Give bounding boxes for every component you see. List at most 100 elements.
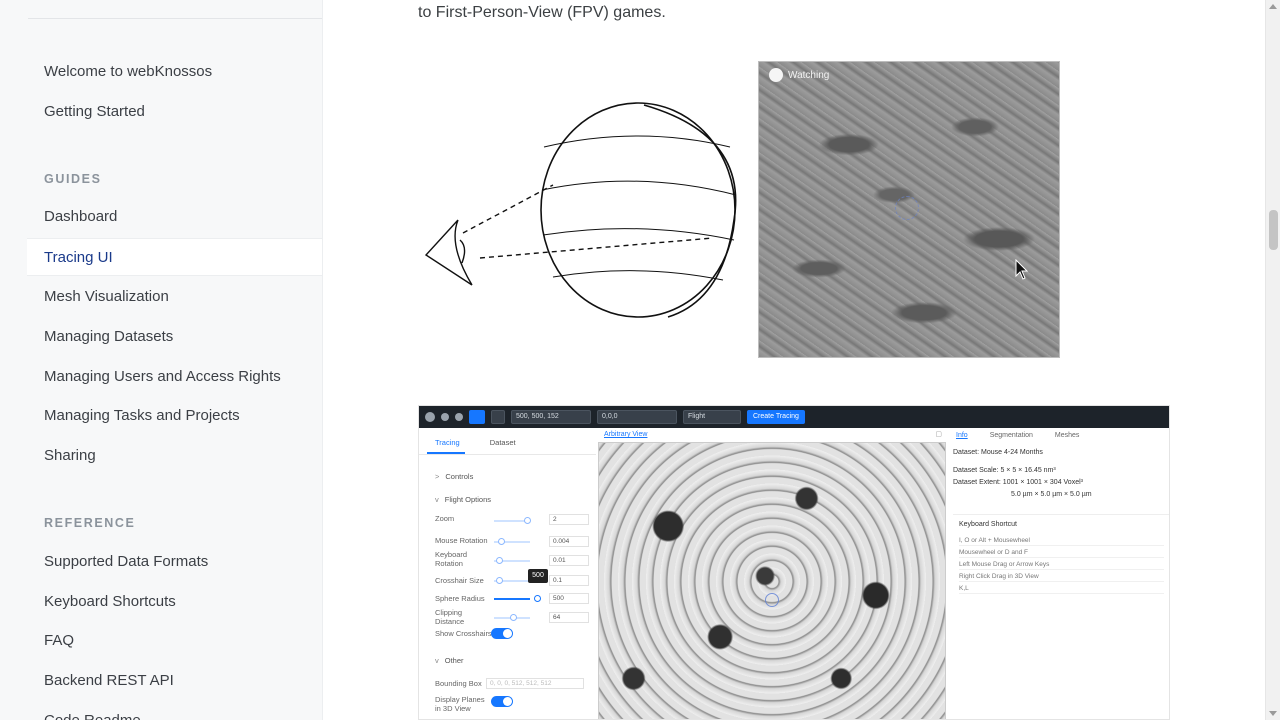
slider-knob[interactable] — [524, 517, 531, 524]
chevron-down-icon: v — [435, 495, 439, 504]
info-icon[interactable] — [455, 413, 463, 421]
tab-divider — [419, 454, 596, 455]
sight-line-lower — [479, 237, 714, 259]
watching-label: Watching — [788, 69, 830, 81]
sidebar-item-keyboard-shortcuts[interactable]: Keyboard Shortcuts — [27, 583, 322, 621]
sidebar-item-dashboard[interactable]: Dashboard — [27, 198, 322, 236]
sidebar-item-supported-data-formats[interactable]: Supported Data Formats — [27, 543, 322, 581]
rotation-input[interactable]: 0,0,0 — [597, 410, 677, 424]
show-crosshairs-toggle[interactable] — [491, 628, 513, 639]
display-planes-toggle[interactable] — [491, 696, 513, 707]
sidebar-item-tracing-ui[interactable]: Tracing UI — [27, 238, 322, 276]
mouse-rotation-slider[interactable] — [494, 538, 530, 545]
bounding-box-label: Bounding Box — [435, 679, 482, 688]
sidebar-divider — [28, 18, 322, 19]
keyboard-rotation-slider[interactable] — [494, 557, 530, 564]
zoom-label: Zoom — [435, 514, 455, 523]
table-row: K,L — [959, 583, 1164, 594]
sight-line-upper — [462, 184, 554, 234]
create-tracing-button[interactable]: Create Tracing — [747, 410, 805, 424]
crosshair-icon — [895, 196, 919, 220]
clipping-distance-slider[interactable] — [494, 614, 530, 621]
tab-tracing[interactable]: Tracing — [435, 438, 460, 447]
slider-tooltip: 500 — [528, 569, 548, 583]
settings-panel: Tracing Dataset > Controls v Flight Option… — [419, 428, 596, 719]
sphere-radius-input[interactable]: 500 — [549, 593, 589, 604]
sidebar-item-sharing[interactable]: Sharing — [27, 437, 322, 475]
crosshair-size-slider[interactable] — [494, 577, 530, 584]
chevron-down-icon: v — [435, 656, 439, 665]
keyboard-rotation-label: Keyboard Rotation — [435, 550, 468, 568]
slider-knob[interactable] — [496, 577, 503, 584]
dataset-extent-um: 5.0 µm × 5.0 µm × 5.0 µm — [1011, 491, 1092, 498]
display-planes-label: Display Planes in 3D View — [435, 695, 485, 713]
other-label: Other — [444, 656, 464, 665]
table-row: I, O or Alt + Mousewheel — [959, 535, 1164, 546]
sidebar-item-managing-tasks[interactable]: Managing Tasks and Projects — [27, 397, 322, 435]
tab-segmentation[interactable]: Segmentation — [990, 432, 1033, 439]
chevron-right-icon: > — [435, 472, 440, 481]
logo-icon[interactable] — [425, 412, 435, 422]
position-input[interactable]: 500, 500, 152 — [511, 410, 591, 424]
app-toolbar: 500, 500, 152 0,0,0 Flight Create Tracin… — [419, 406, 1169, 428]
bounding-box-input[interactable]: 0, 0, 0, 512, 512, 512 — [486, 678, 584, 689]
show-crosshairs-label: Show Crosshairs — [435, 629, 492, 638]
em-image-view[interactable] — [598, 442, 946, 719]
slider-knob[interactable] — [498, 538, 505, 545]
dataset-scale: Dataset Scale: 5 × 5 × 16.45 nm³ — [953, 467, 1056, 474]
sidebar-item-welcome[interactable]: Welcome to webKnossos — [27, 53, 322, 91]
sidebar-item-managing-datasets[interactable]: Managing Datasets — [27, 318, 322, 356]
table-row: Left Mouse Drag or Arrow Keys — [959, 559, 1164, 570]
sidebar-item-faq[interactable]: FAQ — [27, 622, 322, 660]
keyboard-rotation-input[interactable]: 0.01 — [549, 555, 589, 566]
view-mode-button[interactable] — [469, 410, 485, 424]
mouse-rotation-input[interactable]: 0.004 — [549, 536, 589, 547]
dataset-name: Dataset: Mouse 4-24 Months — [953, 449, 1043, 456]
slider-knob[interactable] — [496, 557, 503, 564]
crosshair-size-label: Crosshair Size — [435, 576, 484, 585]
sphere-radius-label: Sphere Radius — [435, 594, 485, 603]
controls-section[interactable]: > Controls — [435, 472, 473, 481]
arbitrary-viewport[interactable]: Arbitrary View ▢ — [596, 428, 948, 719]
other-section[interactable]: v Other — [435, 656, 464, 665]
sidebar-item-getting-started[interactable]: Getting Started — [27, 93, 322, 131]
flight-options-section[interactable]: v Flight Options — [435, 495, 491, 504]
crosshair-icon — [765, 593, 779, 607]
fpv-preview-thumbnail: Watching — [758, 61, 1060, 358]
clipping-distance-input[interactable]: 64 — [549, 612, 589, 623]
keyboard-shortcut-table: Keyboard Shortcut I, O or Alt + Mousewhe… — [953, 514, 1169, 594]
crosshair-size-input[interactable]: 0.1 — [549, 575, 589, 586]
dropdown-chevron-icon[interactable] — [491, 410, 505, 424]
scroll-thumb[interactable] — [1269, 210, 1278, 250]
mouse-rotation-label: Mouse Rotation — [435, 536, 488, 545]
sphere-band-1 — [543, 135, 731, 148]
slider-knob[interactable] — [510, 614, 517, 621]
flight-options-label: Flight Options — [444, 495, 492, 504]
controls-label: Controls — [445, 472, 474, 481]
sidebar-section-reference: REFERENCE — [44, 516, 136, 530]
sidebar-item-code-readme[interactable]: Code Readme — [27, 702, 322, 720]
sidebar-item-backend-rest-api[interactable]: Backend REST API — [27, 662, 322, 700]
page-scrollbar[interactable] — [1265, 0, 1280, 720]
sphere-radius-slider[interactable] — [494, 595, 541, 602]
tab-meshes[interactable]: Meshes — [1055, 432, 1080, 439]
keyboard-shortcut-title: Keyboard Shortcut — [959, 521, 1017, 528]
tab-dataset[interactable]: Dataset — [490, 438, 516, 447]
scroll-up-icon[interactable] — [1269, 4, 1277, 9]
viewport-maximize-icon[interactable]: ▢ — [935, 430, 942, 438]
info-panel: Info Segmentation Meshes Dataset: Mouse … — [948, 428, 1169, 719]
slider-knob[interactable] — [534, 595, 541, 602]
viewport-title[interactable]: Arbitrary View — [604, 431, 647, 438]
zoom-input[interactable]: 2 — [549, 514, 589, 525]
mode-select[interactable]: Flight — [683, 410, 741, 424]
zoom-slider[interactable] — [494, 517, 531, 524]
scroll-down-icon[interactable] — [1269, 711, 1277, 716]
home-icon[interactable] — [441, 413, 449, 421]
sidebar-item-mesh-visualization[interactable]: Mesh Visualization — [27, 278, 322, 316]
sidebar-item-managing-users[interactable]: Managing Users and Access Rights — [27, 358, 322, 396]
tab-info[interactable]: Info — [956, 432, 968, 439]
watching-indicator: Watching — [769, 68, 829, 82]
intro-paragraph: to First-Person-View (FPV) games. — [418, 4, 666, 21]
clipping-distance-label: Clipping Distance — [435, 608, 465, 626]
dataset-extent: Dataset Extent: 1001 × 1001 × 304 Voxel³ — [953, 479, 1083, 486]
